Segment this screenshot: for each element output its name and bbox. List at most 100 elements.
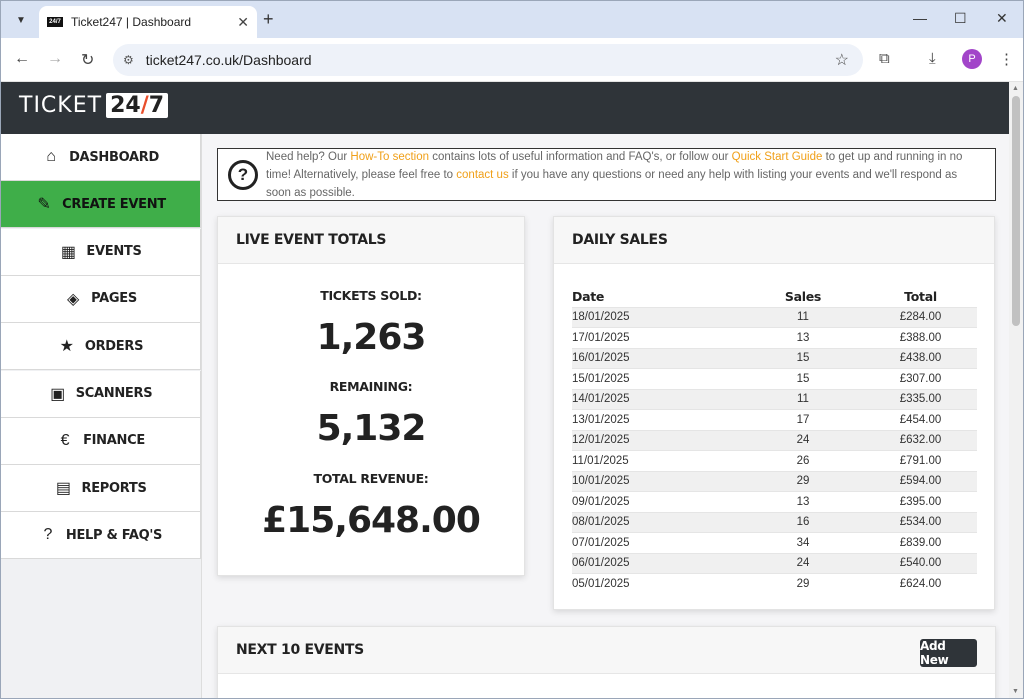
date-cell: 14/01/2025 [572, 388, 742, 410]
menu-kebab-icon[interactable]: ⋮ [999, 50, 1014, 68]
table-row: 16/01/2025 15 £438.00 [572, 347, 977, 369]
chevron-down-icon: ▼ [16, 14, 26, 26]
extensions-icon[interactable]: ⧉ [879, 50, 890, 67]
sidebar-item-label: SCANNERS [75, 386, 153, 401]
new-tab-button[interactable]: + [263, 9, 274, 30]
euro-icon: € [60, 431, 70, 449]
how-to-link[interactable]: How-To section [350, 151, 429, 163]
scroll-down-icon[interactable]: ▼ [1012, 688, 1019, 695]
tab-title: Ticket247 | Dashboard [71, 15, 192, 29]
close-icon[interactable]: ✕ [237, 14, 249, 31]
date-cell: 13/01/2025 [572, 409, 742, 430]
sidebar-item-label: HELP & FAQ'S [65, 527, 163, 543]
sales-cell: 29 [742, 573, 864, 594]
tickets-sold-value: 1,263 [316, 317, 427, 358]
table-row: 17/01/2025 13 £388.00 [572, 327, 977, 348]
table-row: 18/01/2025 11 £284.00 [572, 306, 977, 328]
sidebar-item-dashboard[interactable]: ⌂ DASHBOARD [1, 134, 201, 181]
sidebar-item-label: EVENTS [86, 244, 142, 260]
sidebar-nav: ⌂ DASHBOARD ✎ CREATE EVENT ▦ EVENTS ◈ PAGES ★ ORD… [1, 134, 202, 698]
clipboard-icon: ▤ [55, 480, 72, 498]
sales-cell: 13 [742, 327, 864, 348]
date-cell: 16/01/2025 [572, 347, 742, 369]
download-icon[interactable]: ⤓ [929, 50, 936, 67]
sidebar-item-orders[interactable]: ★ ORDERS [1, 323, 201, 371]
column-header-total: Total [904, 289, 937, 305]
sidebar-item-events[interactable]: ▦ EVENTS [1, 228, 201, 276]
scroll-thumb[interactable] [1012, 96, 1020, 326]
table-row: 07/01/2025 34 £839.00 [572, 532, 977, 553]
sales-cell: 16 [742, 511, 864, 533]
minimize-icon[interactable]: — [913, 10, 927, 26]
reload-icon[interactable]: ↻ [81, 50, 94, 70]
calendar-icon: ▦ [60, 243, 76, 261]
page-scrollbar[interactable]: ▲ ▼ [1009, 82, 1023, 698]
sales-cell: 13 [742, 491, 864, 512]
table-row: 13/01/2025 17 £454.00 [572, 409, 977, 430]
total-cell: £534.00 [864, 511, 977, 533]
help-text: Need help? Our How-To section contains l… [266, 150, 963, 199]
bookmark-star-icon[interactable]: ☆ [835, 50, 849, 70]
total-revenue-value: £15,648.00 [262, 500, 481, 541]
date-cell: 05/01/2025 [572, 573, 742, 594]
sidebar-item-reports[interactable]: ▤ REPORTS [1, 465, 201, 513]
total-cell: £791.00 [864, 450, 977, 471]
total-cell: £594.00 [864, 470, 977, 492]
table-row: 12/01/2025 24 £632.00 [572, 429, 977, 451]
site-logo[interactable]: TICKET 24/7 [19, 93, 169, 118]
total-cell: £624.00 [864, 573, 977, 594]
maximize-icon[interactable]: ☐ [954, 10, 967, 27]
sales-cell: 24 [742, 552, 864, 574]
date-cell: 06/01/2025 [572, 552, 742, 574]
card-title: NEXT 10 EVENTS [236, 642, 364, 658]
sidebar-item-label: CREATE EVENT [62, 196, 166, 212]
sidebar-item-label: ORDERS [84, 338, 144, 354]
sales-cell: 15 [742, 347, 864, 369]
card-title: LIVE EVENT TOTALS [236, 232, 387, 248]
sidebar-item-create-event[interactable]: ✎ CREATE EVENT [1, 181, 201, 229]
sales-cell: 15 [742, 368, 864, 389]
url-text[interactable]: ticket247.co.uk/Dashboard [146, 52, 312, 68]
back-icon[interactable]: ← [14, 50, 30, 68]
remaining-label: REMAINING: [329, 379, 413, 394]
total-cell: £438.00 [864, 347, 977, 369]
sales-cell: 24 [742, 429, 864, 451]
tab-search-button[interactable]: ▼ [9, 8, 33, 32]
add-new-button[interactable]: Add New [920, 639, 977, 667]
help-notice: ? Need help? Our How-To section contains… [217, 148, 996, 201]
window-close-icon[interactable]: ✕ [996, 10, 1008, 27]
date-cell: 07/01/2025 [572, 532, 742, 553]
question-circle-icon: ? [228, 159, 258, 190]
date-cell: 10/01/2025 [572, 470, 742, 492]
quick-start-link[interactable]: Quick Start Guide [732, 151, 823, 163]
table-row: 08/01/2025 16 £534.00 [572, 511, 977, 533]
site-settings-icon[interactable]: ⚙ [123, 53, 134, 67]
column-header-sales: Sales [784, 289, 822, 305]
sidebar-item-scanners[interactable]: ▣ SCANNERS [1, 370, 201, 418]
scroll-up-icon[interactable]: ▲ [1012, 85, 1019, 92]
sidebar-item-pages[interactable]: ◈ PAGES [1, 275, 201, 323]
sales-cell: 26 [742, 450, 864, 471]
table-row: 05/01/2025 29 £624.00 [572, 573, 977, 594]
total-revenue-label: TOTAL REVENUE: [313, 471, 429, 486]
sales-cell: 34 [742, 532, 864, 553]
forward-icon[interactable]: → [47, 50, 63, 68]
live-event-totals-card: LIVE EVENT TOTALS TICKETS SOLD: 1,263 RE… [217, 216, 525, 576]
next-events-card: NEXT 10 EVENTS Add New [217, 626, 996, 698]
sidebar-item-help-faq-s[interactable]: ? HELP & FAQ'S [1, 512, 201, 560]
date-cell: 18/01/2025 [572, 306, 742, 328]
sidebar-item-finance[interactable]: € FINANCE [1, 417, 201, 465]
sidebar-item-label: PAGES [91, 291, 137, 307]
remaining-value: 5,132 [316, 408, 427, 449]
contact-us-link[interactable]: contact us [456, 169, 508, 181]
total-cell: £284.00 [864, 306, 977, 328]
browser-tab[interactable]: 24/7 Ticket247 | Dashboard ✕ [39, 6, 257, 38]
address-bar[interactable]: ⚙ ticket247.co.uk/Dashboard ☆ [113, 44, 863, 76]
daily-sales-card: DAILY SALES Date Sales Total 18/01/2025 1… [553, 216, 995, 610]
browser-toolbar: ← → ↻ ⚙ ticket247.co.uk/Dashboard ☆ ⧉ ⤓ … [1, 38, 1023, 82]
profile-avatar[interactable]: P [962, 49, 982, 69]
total-cell: £540.00 [864, 552, 977, 574]
layers-icon: ◈ [66, 290, 80, 308]
favicon: 24/7 [47, 17, 63, 27]
ticket-icon: ★ [59, 338, 75, 356]
